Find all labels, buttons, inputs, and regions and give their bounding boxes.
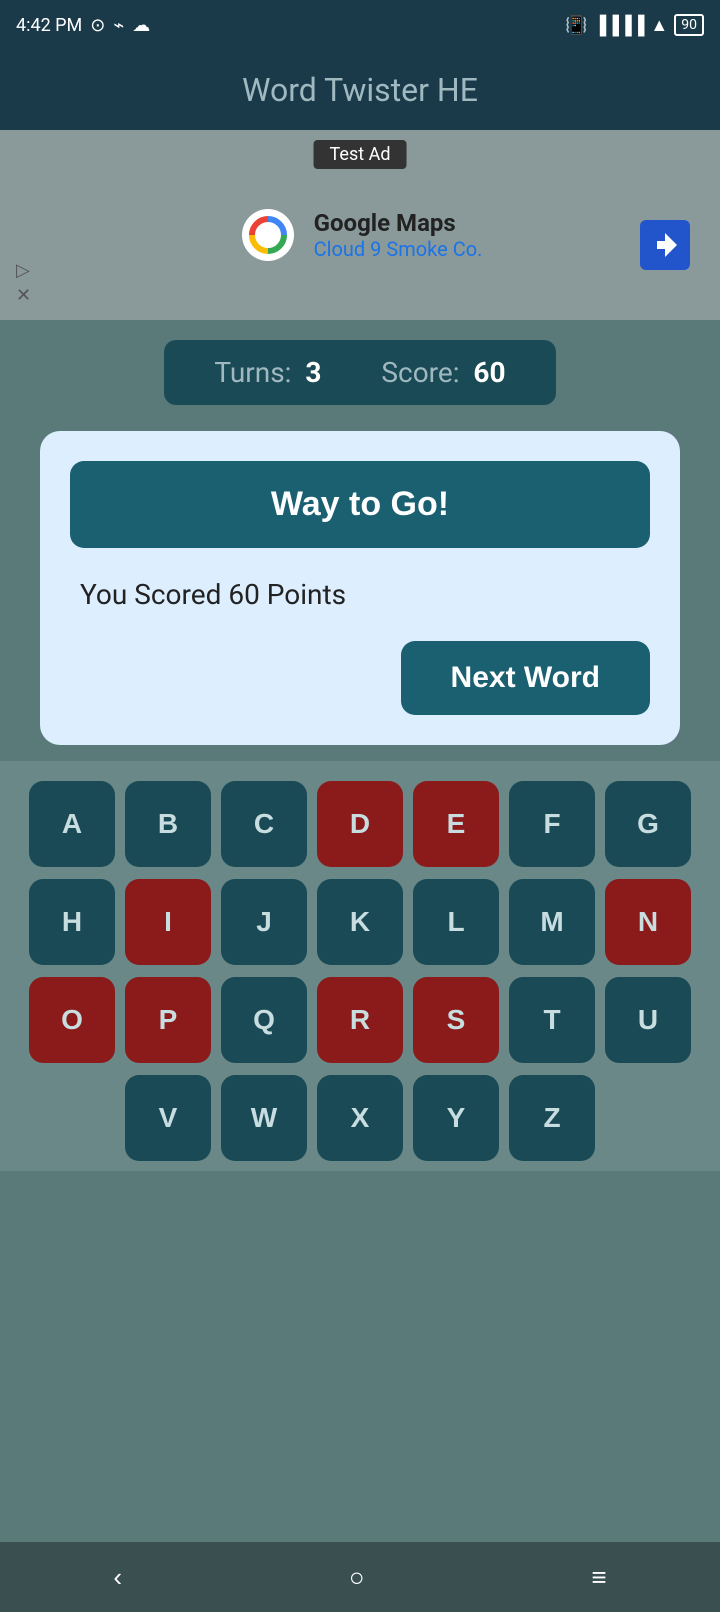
dialog-card: Way to Go! You Scored 60 Points Next Wor… <box>40 431 680 745</box>
keyboard-area: ABCDEFG HIJKLMN OPQRSTU VWXYZ <box>0 761 720 1171</box>
key-t[interactable]: T <box>509 977 595 1063</box>
key-w[interactable]: W <box>221 1075 307 1161</box>
key-v[interactable]: V <box>125 1075 211 1161</box>
score-pill: Turns: 3 Score: 60 <box>164 340 555 405</box>
app-title: Word Twister HE <box>242 71 478 109</box>
key-u[interactable]: U <box>605 977 691 1063</box>
key-r[interactable]: R <box>317 977 403 1063</box>
key-i[interactable]: I <box>125 879 211 965</box>
menu-button[interactable]: ≡ <box>591 1562 606 1593</box>
scored-text: You Scored 60 Points <box>70 578 346 611</box>
next-word-button[interactable]: Next Word <box>401 641 650 715</box>
key-o[interactable]: O <box>29 977 115 1063</box>
cloud-icon: ☁ <box>132 15 150 36</box>
key-l[interactable]: L <box>413 879 499 965</box>
status-left: 4:42 PM ⊙ ⌁ ☁ <box>16 15 150 36</box>
battery-icon: 90 <box>674 14 704 36</box>
key-a[interactable]: A <box>29 781 115 867</box>
ad-bottom-icons: ▷ ✕ <box>16 260 31 306</box>
celebration-banner: Way to Go! <box>70 461 650 548</box>
status-right: 📳 ▐▐▐▐ ▲ 90 <box>565 14 704 36</box>
time-display: 4:42 PM <box>16 15 82 36</box>
key-row-0: ABCDEFG <box>16 781 704 867</box>
score-bar: Turns: 3 Score: 60 <box>0 320 720 415</box>
wifi-icon: ▲ <box>650 15 668 36</box>
key-f[interactable]: F <box>509 781 595 867</box>
ad-content[interactable]: Google Maps Cloud 9 Smoke Co. <box>238 205 483 265</box>
key-p[interactable]: P <box>125 977 211 1063</box>
vibrate-icon: 📳 <box>565 15 587 36</box>
usb-icon: ⌁ <box>113 15 124 36</box>
home-button[interactable]: ○ <box>349 1562 365 1593</box>
turns-value: 3 <box>305 356 321 389</box>
ad-banner: Test Ad Google Maps Cloud 9 Smoke Co. ▷ … <box>0 130 720 320</box>
score-value: 60 <box>473 356 505 389</box>
key-e[interactable]: E <box>413 781 499 867</box>
key-y[interactable]: Y <box>413 1075 499 1161</box>
key-h[interactable]: H <box>29 879 115 965</box>
ad-location: Cloud 9 Smoke Co. <box>314 237 483 261</box>
key-c[interactable]: C <box>221 781 307 867</box>
google-logo <box>238 205 298 265</box>
ad-directions-icon[interactable] <box>640 220 690 270</box>
ad-close-icon[interactable]: ✕ <box>16 285 31 306</box>
key-m[interactable]: M <box>509 879 595 965</box>
key-z[interactable]: Z <box>509 1075 595 1161</box>
key-row-2: OPQRSTU <box>16 977 704 1063</box>
key-x[interactable]: X <box>317 1075 403 1161</box>
ad-label: Test Ad <box>314 140 407 169</box>
app-header: Word Twister HE <box>0 50 720 130</box>
key-j[interactable]: J <box>221 879 307 965</box>
key-d[interactable]: D <box>317 781 403 867</box>
whatsapp-icon: ⊙ <box>90 15 105 36</box>
nav-bar: ‹ ○ ≡ <box>0 1542 720 1612</box>
key-g[interactable]: G <box>605 781 691 867</box>
key-s[interactable]: S <box>413 977 499 1063</box>
key-b[interactable]: B <box>125 781 211 867</box>
back-button[interactable]: ‹ <box>113 1562 122 1593</box>
score-label: Score: 60 <box>381 356 505 389</box>
ad-text-block: Google Maps Cloud 9 Smoke Co. <box>314 209 483 261</box>
turns-label: Turns: 3 <box>214 356 321 389</box>
key-row-1: HIJKLMN <box>16 879 704 965</box>
signal-icon: ▐▐▐▐ <box>593 15 644 36</box>
status-bar: 4:42 PM ⊙ ⌁ ☁ 📳 ▐▐▐▐ ▲ 90 <box>0 0 720 50</box>
ad-advertiser: Google Maps <box>314 209 483 237</box>
key-q[interactable]: Q <box>221 977 307 1063</box>
key-n[interactable]: N <box>605 879 691 965</box>
key-row-3: VWXYZ <box>16 1075 704 1161</box>
key-k[interactable]: K <box>317 879 403 965</box>
ad-play-icon: ▷ <box>16 260 31 281</box>
